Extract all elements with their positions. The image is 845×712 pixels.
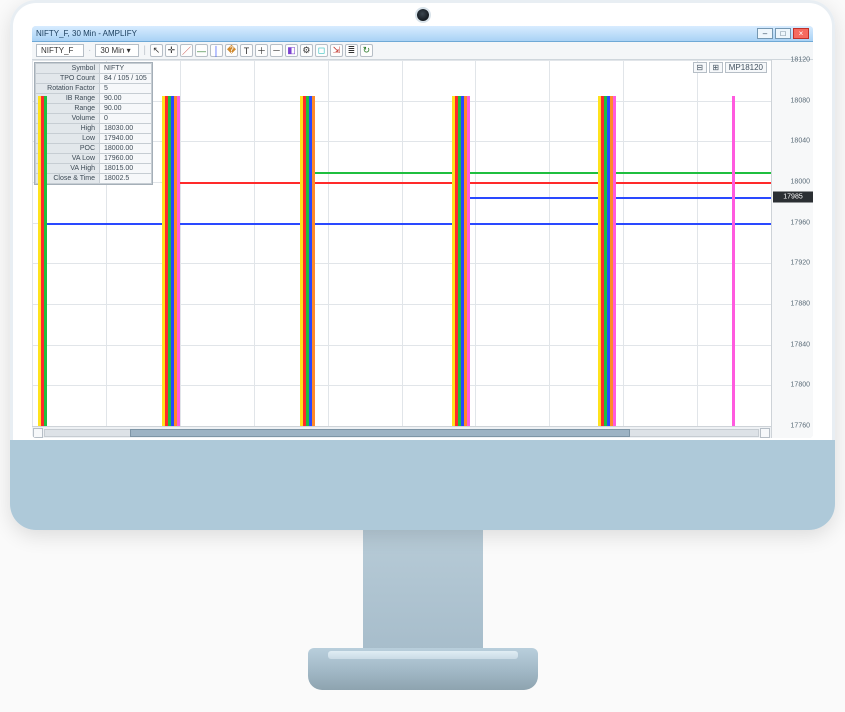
symbol-input[interactable]: NIFTY_F xyxy=(36,44,84,57)
camera-icon xyxy=(417,9,429,21)
chart-area[interactable]: SymbolNIFTYTPO Count84 / 105 / 105Rotati… xyxy=(32,60,813,438)
price-tick: 17840 xyxy=(791,341,810,348)
scroll-thumb[interactable] xyxy=(130,429,631,437)
close-button[interactable]: × xyxy=(793,28,809,39)
panel-value: 90.00 xyxy=(100,104,152,114)
session-guide xyxy=(732,96,735,438)
price-tick: 17800 xyxy=(791,382,810,389)
titlebar: NIFTY_F, 30 Min - AMPLIFY – □ × xyxy=(32,26,813,42)
refresh-icon[interactable]: ↻ xyxy=(360,44,373,57)
window-title: NIFTY_F, 30 Min - AMPLIFY xyxy=(36,29,757,38)
fib-icon[interactable]: � xyxy=(225,44,238,57)
minimize-icon: – xyxy=(763,30,767,38)
minimize-button[interactable]: – xyxy=(757,28,773,39)
panel-value: 5 xyxy=(100,84,152,94)
chart-quick-tools: ⊟ ⊞ MP18120 xyxy=(693,62,767,73)
price-tick: 18120 xyxy=(791,57,810,64)
scroll-right-button[interactable] xyxy=(760,428,770,438)
settings-icon[interactable]: ⚙ xyxy=(300,44,313,57)
session-guide xyxy=(613,96,616,438)
monitor-bezel: NIFTY_F, 30 Min - AMPLIFY – □ × NIFTY_F … xyxy=(10,0,835,530)
session-guide xyxy=(312,96,315,438)
maximize-button[interactable]: □ xyxy=(775,28,791,39)
panel-value: NIFTY xyxy=(100,64,152,74)
toolbar: NIFTY_F · 30 Min ▾ | ↖✛／—│�T＋－◧⚙◻⇲≣↻ xyxy=(32,42,813,60)
price-tick: 17880 xyxy=(791,301,810,308)
panel-value: 18002.5 xyxy=(100,174,152,184)
panel-value: 18030.00 xyxy=(100,124,152,134)
close-icon: × xyxy=(799,30,804,38)
palette-icon[interactable]: ◧ xyxy=(285,44,298,57)
horizontal-scrollbar[interactable] xyxy=(32,426,771,438)
crosshair-icon[interactable]: ✛ xyxy=(165,44,178,57)
panel-value: 17940.00 xyxy=(100,134,152,144)
price-tick: 18080 xyxy=(791,97,810,104)
toolbar-sep: · xyxy=(88,45,91,56)
panel-key: Symbol xyxy=(36,64,100,74)
export-icon[interactable]: ⇲ xyxy=(330,44,343,57)
price-tick: 18040 xyxy=(791,138,810,145)
panel-value: 18000.00 xyxy=(100,144,152,154)
info-panel: SymbolNIFTYTPO Count84 / 105 / 105Rotati… xyxy=(34,62,153,185)
text-icon[interactable]: T xyxy=(240,44,253,57)
panel-key: TPO Count xyxy=(36,74,100,84)
session-guide xyxy=(467,96,470,438)
toolbar-sep-2: | xyxy=(143,45,146,56)
scroll-left-button[interactable] xyxy=(33,428,43,438)
price-tick: 18000 xyxy=(791,179,810,186)
panel-key: Rotation Factor xyxy=(36,84,100,94)
price-axis: 18120 18080 18040 18000 17960 17920 17880 17840… xyxy=(771,60,813,438)
layers-icon[interactable]: ≣ xyxy=(345,44,358,57)
monitor-stand-shine xyxy=(328,651,518,659)
panel-value: 17960.00 xyxy=(100,154,152,164)
hline-icon[interactable]: — xyxy=(195,44,208,57)
zoomout-icon[interactable]: － xyxy=(270,44,283,57)
panel-value: 18015.00 xyxy=(100,164,152,174)
collapse-profile-button[interactable]: ⊟ xyxy=(693,62,707,73)
price-tick: 17920 xyxy=(791,260,810,267)
snapshot-icon[interactable]: ◻ xyxy=(315,44,328,57)
monitor-chin xyxy=(10,440,835,530)
cursor-icon[interactable]: ↖ xyxy=(150,44,163,57)
price-tick: 17960 xyxy=(791,219,810,226)
ref-line xyxy=(300,172,771,174)
vline-icon[interactable]: │ xyxy=(210,44,223,57)
interval-select[interactable]: 30 Min ▾ xyxy=(95,44,139,57)
session-guide xyxy=(44,96,47,438)
device-frame: NIFTY_F, 30 Min - AMPLIFY – □ × NIFTY_F … xyxy=(10,0,835,712)
panel-value: 84 / 105 / 105 xyxy=(100,74,152,84)
price-tick: 17760 xyxy=(791,423,810,430)
panel-value: 90.00 xyxy=(100,94,152,104)
expand-profile-button[interactable]: ⊞ xyxy=(709,62,723,73)
ref-line xyxy=(38,223,771,225)
session-guide xyxy=(177,96,180,438)
panel-value: 0 xyxy=(100,114,152,124)
monitor-stand-neck xyxy=(363,530,483,650)
last-price-marker: 17985 xyxy=(773,192,813,203)
app-window: NIFTY_F, 30 Min - AMPLIFY – □ × NIFTY_F … xyxy=(32,26,813,438)
maximize-icon: □ xyxy=(781,30,786,38)
zoomin-icon[interactable]: ＋ xyxy=(255,44,268,57)
trendline-icon[interactable]: ／ xyxy=(180,44,193,57)
toolbar-icons: ↖✛／—│�T＋－◧⚙◻⇲≣↻ xyxy=(150,44,373,57)
chart-code-label: MP18120 xyxy=(725,62,767,73)
